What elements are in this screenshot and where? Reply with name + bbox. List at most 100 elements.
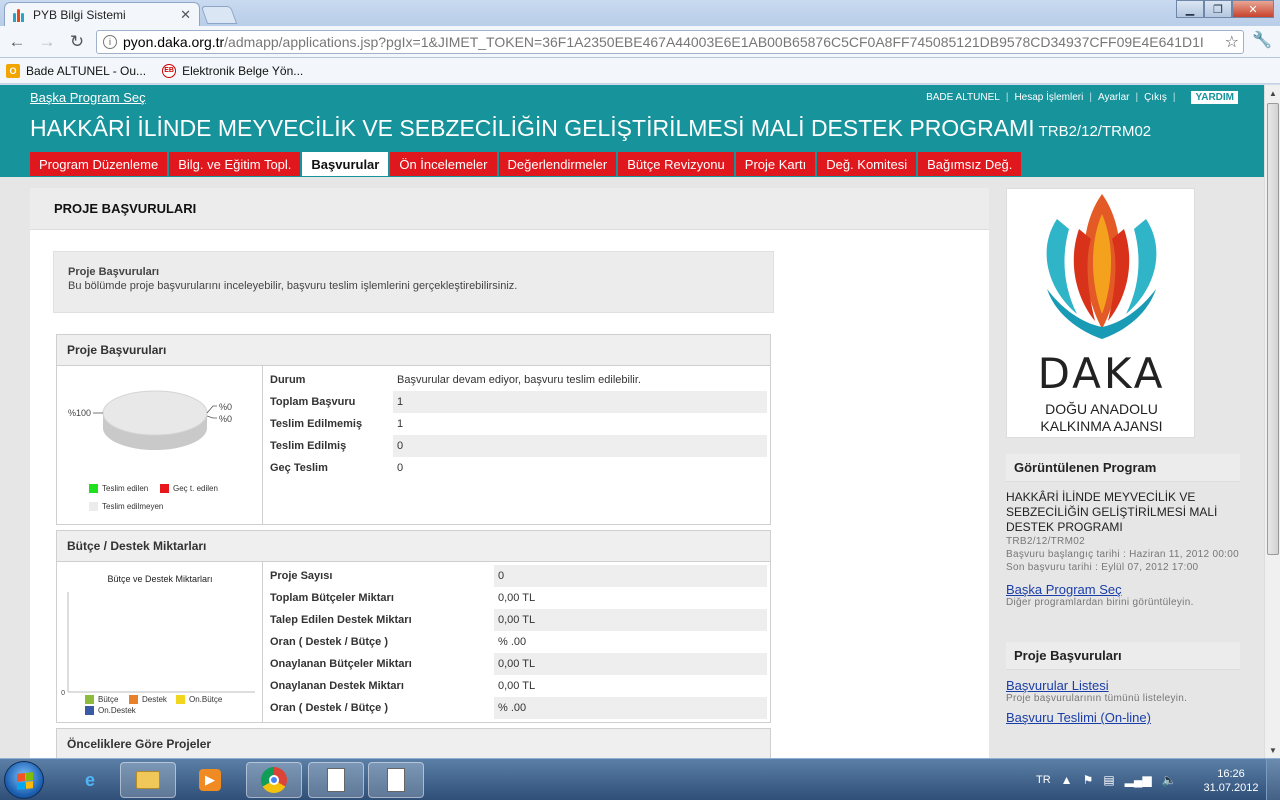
url-path: /admapp/applications.jsp?pgIx=1&JIMET_TO… <box>224 34 1204 50</box>
scroll-down-icon[interactable]: ▼ <box>1265 742 1280 758</box>
nav-tab-degerlendirmeler[interactable]: Değerlendirmeler <box>498 152 617 176</box>
network-icon[interactable]: ▤ <box>1103 773 1114 787</box>
volume-icon[interactable]: 🔈 <box>1162 773 1177 787</box>
forward-icon[interactable]: → <box>34 29 60 55</box>
start-button[interactable] <box>4 761 44 799</box>
page-viewport: Başka Program Seç BADE ALTUNEL | Hesap İş… <box>0 85 1264 758</box>
pie-label: %0 <box>219 402 232 412</box>
windows-taskbar: e ▶ TR ▲ ⚑ ▤ ▂▄▆ 🔈 16:26 31.07.2012 <box>0 758 1280 800</box>
user-nav: BADE ALTUNEL | Hesap İşlemleri | Ayarlar | … <box>926 91 1238 104</box>
legend-item: On.Bütçe <box>176 695 222 704</box>
clock[interactable]: 16:26 31.07.2012 <box>1198 767 1264 795</box>
page-title: PROJE BAŞVURULARI <box>30 188 989 230</box>
nav-tab-deg-komitesi[interactable]: Değ. Komitesi <box>817 152 917 176</box>
windows-logo-icon <box>17 772 33 790</box>
other-program-link[interactable]: Başka Program Seç <box>30 90 146 105</box>
end-date: Son başvuru tarihi : Eylül 07, 2012 17:0… <box>1006 562 1199 573</box>
viewed-program-code: TRB2/12/TRM02 <box>1006 536 1085 547</box>
maximize-icon[interactable]: ❐ <box>1204 0 1232 18</box>
legend-item: Teslim edilen <box>89 484 148 493</box>
program-title: HAKKÂRİ İLİNDE MEYVECİLİK VE SEBZECİLİĞİ… <box>30 115 1151 142</box>
stat-row: Oran ( Destek / Bütçe )% .00 <box>270 636 527 648</box>
daka-favicon-icon <box>13 8 27 22</box>
sidebar-other-program-link[interactable]: Başka Program Seç <box>1006 582 1242 597</box>
panel-title: Proje Başvuruları <box>57 335 770 366</box>
start-date: Başvuru başlangıç tarihi : Haziran 11, 2… <box>1006 549 1239 560</box>
daka-logo: DAKA DOĞU ANADOLU KALKINMA AJANSI <box>1006 188 1195 438</box>
taskbar-media-player[interactable]: ▶ <box>182 762 238 798</box>
viewed-program-heading: Görüntülenen Program <box>1006 454 1240 482</box>
new-tab-button[interactable] <box>200 6 238 24</box>
bookmark-item[interactable]: EB Elektronik Belge Yön... <box>162 63 304 78</box>
nav-tab-bagimsiz-deg[interactable]: Bağımsız Değ. <box>918 152 1022 176</box>
browser-toolbar: ← → ↻ i pyon.daka.org.tr/admapp/applicat… <box>0 26 1280 58</box>
link-description: Proje başvurularının tümünü listeleyin. <box>1006 693 1188 704</box>
budget-chart: Bütçe ve Destek Miktarları 0 Bütçe Deste… <box>57 562 263 722</box>
nav-tab-butce-revizyonu[interactable]: Bütçe Revizyonu <box>618 152 734 176</box>
media-player-icon: ▶ <box>196 766 224 794</box>
taskbar-ie[interactable]: e <box>62 762 118 798</box>
pie-label: %100 <box>68 408 91 418</box>
taskbar-document-1[interactable] <box>308 762 364 798</box>
wrench-menu-icon[interactable]: 🔧 <box>1252 30 1272 50</box>
flag-icon[interactable]: ⚑ <box>1083 773 1094 787</box>
tab-close-icon[interactable]: ✕ <box>180 7 191 23</box>
taskbar-document-2[interactable] <box>368 762 424 798</box>
reload-icon[interactable]: ↻ <box>64 29 90 55</box>
vertical-scrollbar[interactable]: ▲ ▼ <box>1264 85 1280 758</box>
nav-tab-on-incelemeler[interactable]: Ön İncelemeler <box>390 152 497 176</box>
nav-tab-basvurular[interactable]: Başvurular <box>302 152 389 176</box>
logo-subtitle: KALKINMA AJANSI <box>1040 418 1163 434</box>
signal-icon[interactable]: ▂▄▆ <box>1125 773 1152 787</box>
nav-tab-bilgi-egitim[interactable]: Bilg. ve Eğitim Topl. <box>169 152 301 176</box>
help-button[interactable]: YARDIM <box>1191 91 1238 104</box>
legend-item: Bütçe <box>85 695 118 704</box>
online-submission-link[interactable]: Başvuru Teslimi (On-line) <box>1006 710 1242 725</box>
scroll-up-icon[interactable]: ▲ <box>1265 85 1280 101</box>
document-icon <box>322 766 350 794</box>
applications-heading: Proje Başvuruları <box>1006 642 1240 670</box>
show-desktop-button[interactable] <box>1266 759 1280 800</box>
taskbar-explorer[interactable] <box>120 762 176 798</box>
back-icon[interactable]: ← <box>4 29 30 55</box>
priorities-panel: Önceliklere Göre Projeler <box>56 728 771 758</box>
main-content: PROJE BAŞVURULARI Proje Başvuruları Bu b… <box>30 188 989 758</box>
clock-time: 16:26 <box>1217 768 1245 780</box>
bookmark-star-icon[interactable]: ☆ <box>1220 32 1239 52</box>
stat-row: Teslim Edilmiş 0 <box>263 435 770 457</box>
tray-expand-icon[interactable]: ▲ <box>1061 773 1073 787</box>
legend-item: Geç t. edilen <box>160 484 218 493</box>
taskbar-chrome[interactable] <box>246 762 302 798</box>
applications-panel: Proje Başvuruları %100 %0 %0 Teslim edil… <box>56 334 771 525</box>
bookmark-label: Bade ALTUNEL - Ou... <box>26 63 147 78</box>
language-indicator[interactable]: TR <box>1036 774 1051 786</box>
settings-link[interactable]: Ayarlar <box>1098 92 1130 103</box>
info-box: Proje Başvuruları Bu bölümde proje başvu… <box>53 251 774 313</box>
bookmark-item[interactable]: O Bade ALTUNEL - Ou... <box>6 63 147 78</box>
legend-item: Destek <box>129 695 167 704</box>
scroll-thumb[interactable] <box>1267 103 1279 555</box>
stat-row: Geç Teslim 0 <box>270 462 404 474</box>
nav-tab-program-duzenleme[interactable]: Program Düzenleme <box>30 152 168 176</box>
minimize-icon[interactable]: ▁ <box>1176 0 1204 18</box>
nav-tab-proje-karti[interactable]: Proje Kartı <box>735 152 816 176</box>
applications-list-link[interactable]: Başvurular Listesi <box>1006 678 1242 693</box>
logout-link[interactable]: Çıkış <box>1144 92 1167 103</box>
bookmark-label: Elektronik Belge Yön... <box>182 63 304 78</box>
site-header: Başka Program Seç BADE ALTUNEL | Hesap İş… <box>0 85 1264 177</box>
page-info-icon[interactable]: i <box>103 35 117 49</box>
browser-tabstrip: PYB Bilgi Sistemi ✕ ▁ ❐ ✕ <box>0 0 1280 26</box>
pie-slice-teslim-edilmeyen <box>102 390 208 436</box>
address-bar[interactable]: i pyon.daka.org.tr/admapp/applications.j… <box>96 30 1244 54</box>
stat-row: Durum Başvurular devam ediyor, başvuru te… <box>270 374 641 386</box>
clock-date: 31.07.2012 <box>1203 782 1259 794</box>
budget-panel: Bütçe / Destek Miktarları Bütçe ve Deste… <box>56 530 771 723</box>
pie-chart-svg: %100 %0 %0 <box>68 390 232 450</box>
browser-tab[interactable]: PYB Bilgi Sistemi ✕ <box>4 2 200 26</box>
sidebar: DAKA DOĞU ANADOLU KALKINMA AJANSI Görünt… <box>1006 188 1242 725</box>
viewed-program-name: HAKKÂRİ İLİNDE MEYVECİLİK VE SEBZECİLİĞİ… <box>1006 490 1218 534</box>
account-link[interactable]: Hesap İşlemleri <box>1014 92 1083 103</box>
window-close-icon[interactable]: ✕ <box>1232 0 1274 18</box>
user-name[interactable]: BADE ALTUNEL <box>926 92 1000 103</box>
budget-stats: Proje Sayısı 0 Toplam Bütçeler Miktarı 0,0… <box>263 562 770 719</box>
